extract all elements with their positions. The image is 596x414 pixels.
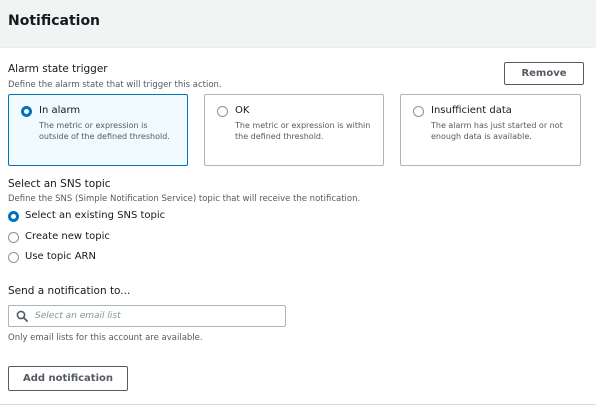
alarm-state-tile-in-alarm[interactable]: In alarm The metric or expression is out…	[8, 94, 188, 166]
radio-topic-arn[interactable]	[8, 252, 19, 263]
panel-header: Notification	[0, 0, 596, 48]
sns-topic-description: Define the SNS (Simple Notification Serv…	[8, 194, 361, 204]
tile-description: The metric or expression is outside of t…	[39, 121, 170, 141]
tile-title: Insufficient data	[431, 105, 512, 116]
option-label: Select an existing SNS topic	[25, 210, 166, 221]
tile-title: In alarm	[39, 105, 81, 116]
alarm-state-description: Define the alarm state that will trigger…	[8, 80, 222, 90]
send-to-label: Send a notification to...	[8, 285, 131, 297]
email-list-search[interactable]	[8, 305, 286, 327]
remove-button[interactable]: Remove	[504, 62, 584, 85]
search-icon	[16, 310, 28, 322]
alarm-state-tile-insufficient-data[interactable]: Insufficient data The alarm has just sta…	[400, 94, 581, 166]
option-label: Use topic ARN	[25, 251, 96, 262]
email-list-input[interactable]	[35, 309, 275, 323]
radio-ok[interactable]	[217, 106, 228, 117]
radio-in-alarm[interactable]	[21, 106, 32, 117]
sns-topic-label: Select an SNS topic	[8, 178, 111, 190]
radio-create-new-topic[interactable]	[8, 232, 19, 243]
tile-description: The metric or expression is within the d…	[235, 121, 371, 141]
radio-existing-topic[interactable]	[8, 211, 19, 222]
option-label: Create new topic	[25, 231, 110, 242]
divider	[0, 404, 596, 405]
tile-title: OK	[235, 105, 250, 116]
alarm-state-label: Alarm state trigger	[8, 63, 108, 75]
panel-title: Notification	[8, 13, 101, 29]
tile-description: The alarm has just started or not enough…	[431, 121, 563, 141]
alarm-state-tile-ok[interactable]: OK The metric or expression is within th…	[204, 94, 384, 166]
email-list-hint: Only email lists for this account are av…	[8, 333, 203, 343]
add-notification-button[interactable]: Add notification	[8, 366, 128, 391]
radio-insufficient-data[interactable]	[413, 106, 424, 117]
